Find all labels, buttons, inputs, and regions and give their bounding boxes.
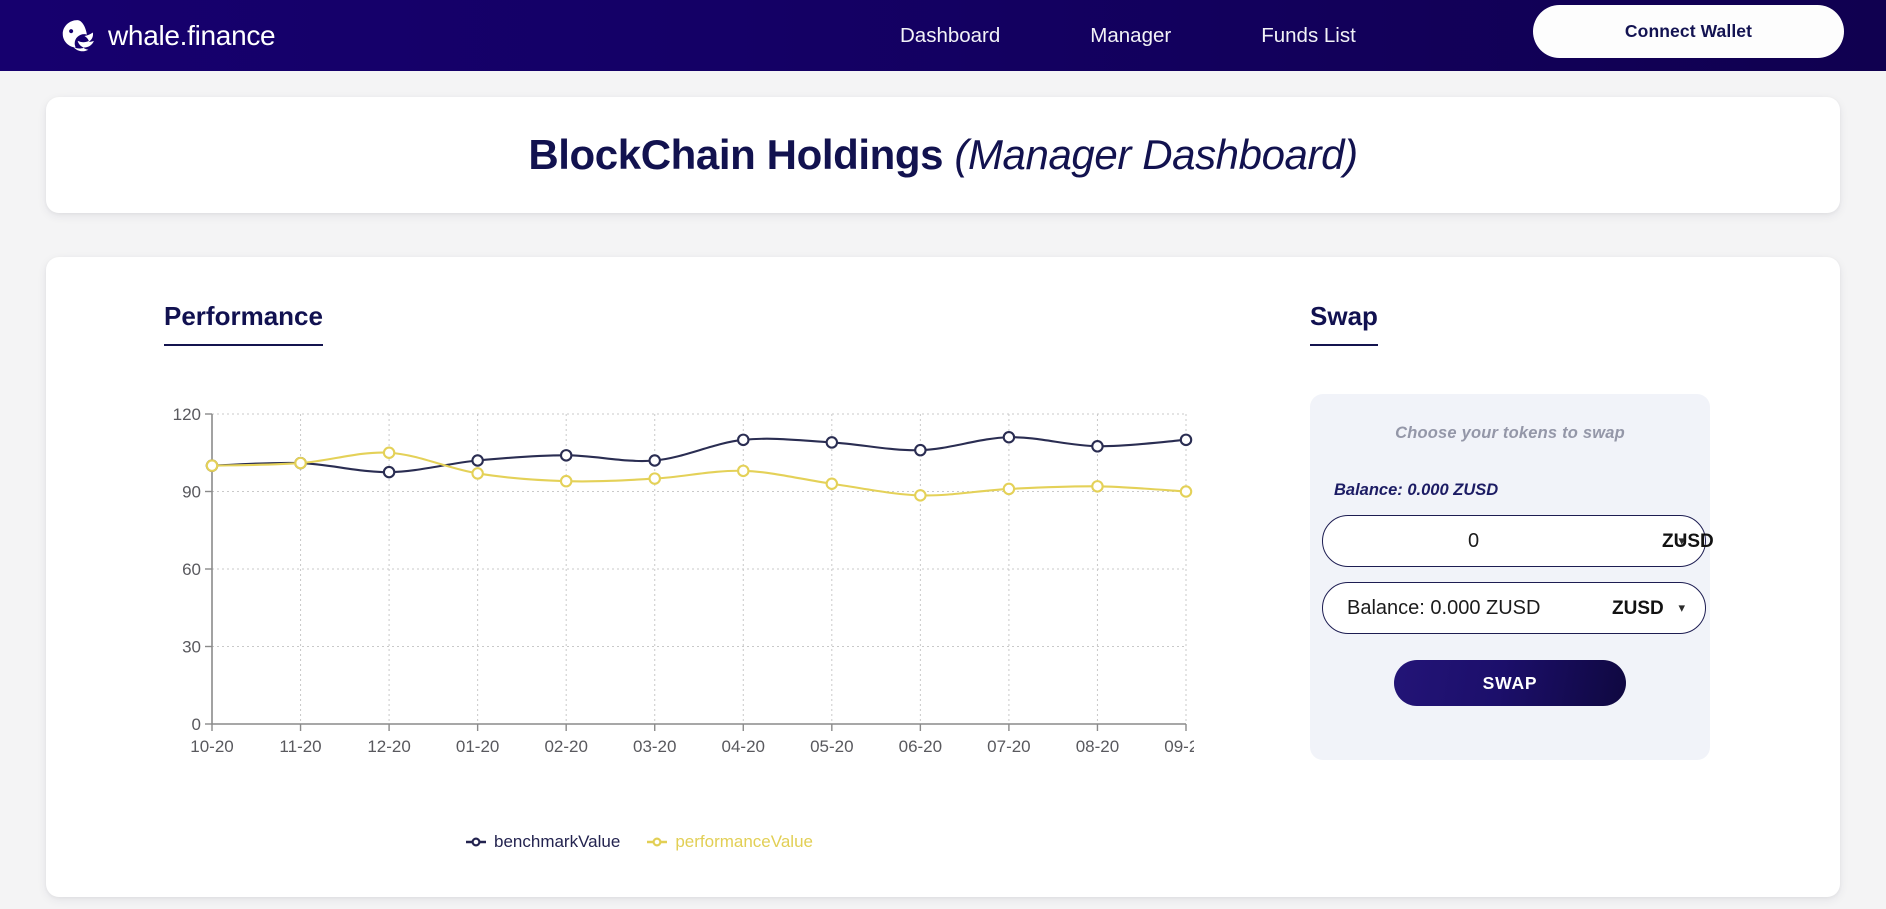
legend-marker-icon [647, 837, 668, 847]
swap-to-row: ZUSD ▾ [1322, 582, 1706, 634]
svg-text:60: 60 [182, 560, 201, 579]
nav-item-dashboard[interactable]: Dashboard [900, 16, 1000, 56]
performance-heading: Performance [164, 301, 323, 346]
page-body: BlockChain Holdings (Manager Dashboard) … [0, 71, 1886, 897]
whale-icon [62, 19, 94, 51]
swap-balance-label: Balance: 0.000 ZUSD [1334, 481, 1499, 499]
svg-text:03-20: 03-20 [633, 737, 676, 756]
swap-panel: Choose your tokens to swap Balance: 0.00… [1310, 394, 1744, 760]
site-header: whale.finance Dashboard Manager Funds Li… [0, 0, 1886, 71]
nav-item-funds-list[interactable]: Funds List [1261, 16, 1356, 56]
chart-legend: benchmarkValue performanceValue [124, 832, 1154, 852]
swap-to-amount-input[interactable] [1341, 596, 1612, 620]
legend-label-benchmark: benchmarkValue [494, 832, 621, 851]
connect-wallet-button[interactable]: Connect Wallet [1533, 5, 1844, 58]
svg-text:09-20: 09-20 [1164, 737, 1194, 756]
legend-marker-icon [466, 837, 486, 847]
swap-from-amount-input[interactable] [1341, 529, 1662, 553]
page-title-italic: (Manager Dashboard) [954, 131, 1358, 178]
svg-text:02-20: 02-20 [544, 737, 587, 756]
nav-item-manager[interactable]: Manager [1090, 16, 1171, 56]
swap-section: Swap Choose your tokens to swap Balance:… [1286, 301, 1840, 897]
svg-text:08-20: 08-20 [1076, 737, 1119, 756]
svg-text:05-20: 05-20 [810, 737, 853, 756]
svg-text:07-20: 07-20 [987, 737, 1030, 756]
svg-text:0: 0 [192, 715, 201, 734]
svg-text:12-20: 12-20 [367, 737, 410, 756]
main-nav: Dashboard Manager Funds List [900, 16, 1356, 56]
swap-to-token-select[interactable]: ZUSD [1612, 597, 1694, 619]
swap-hint-text: Choose your tokens to swap [1395, 424, 1625, 442]
title-card: BlockChain Holdings (Manager Dashboard) [46, 97, 1840, 213]
dashboard-card: Performance 0 30 60 90 120 10-20 11-20 12-20 01-… [46, 257, 1840, 897]
svg-text:06-20: 06-20 [899, 737, 942, 756]
performance-section: Performance 0 30 60 90 120 10-20 11-20 12-20 01-… [46, 301, 1286, 897]
brand[interactable]: whale.finance [58, 17, 276, 55]
svg-text:04-20: 04-20 [722, 737, 765, 756]
svg-text:01-20: 01-20 [456, 737, 499, 756]
svg-text:30: 30 [182, 638, 201, 657]
page-title: BlockChain Holdings (Manager Dashboard) [528, 131, 1358, 179]
legend-item-performance[interactable]: performanceValue [646, 832, 813, 852]
page-title-bold: BlockChain Holdings [528, 131, 944, 178]
svg-text:11-20: 11-20 [279, 737, 321, 756]
brand-name: whale.finance [108, 19, 276, 51]
svg-text:10-20: 10-20 [190, 737, 233, 756]
performance-chart-svg: 0 30 60 90 120 10-20 11-20 12-20 01-20 02-20 03-20… [173, 406, 1194, 756]
svg-text:90: 90 [182, 483, 201, 502]
swap-heading: Swap [1310, 301, 1378, 346]
swap-button[interactable]: SWAP [1394, 660, 1626, 706]
svg-text:120: 120 [173, 406, 201, 424]
performance-chart: 0 30 60 90 120 10-20 11-20 12-20 01-20 02-20 03-20… [164, 406, 1194, 826]
swap-from-row: ZUSD ▾ [1322, 515, 1744, 567]
legend-label-performance: performanceValue [675, 832, 813, 851]
legend-item-benchmark[interactable]: benchmarkValue [465, 832, 620, 852]
swap-from-token-select[interactable]: ZUSD [1662, 530, 1744, 552]
